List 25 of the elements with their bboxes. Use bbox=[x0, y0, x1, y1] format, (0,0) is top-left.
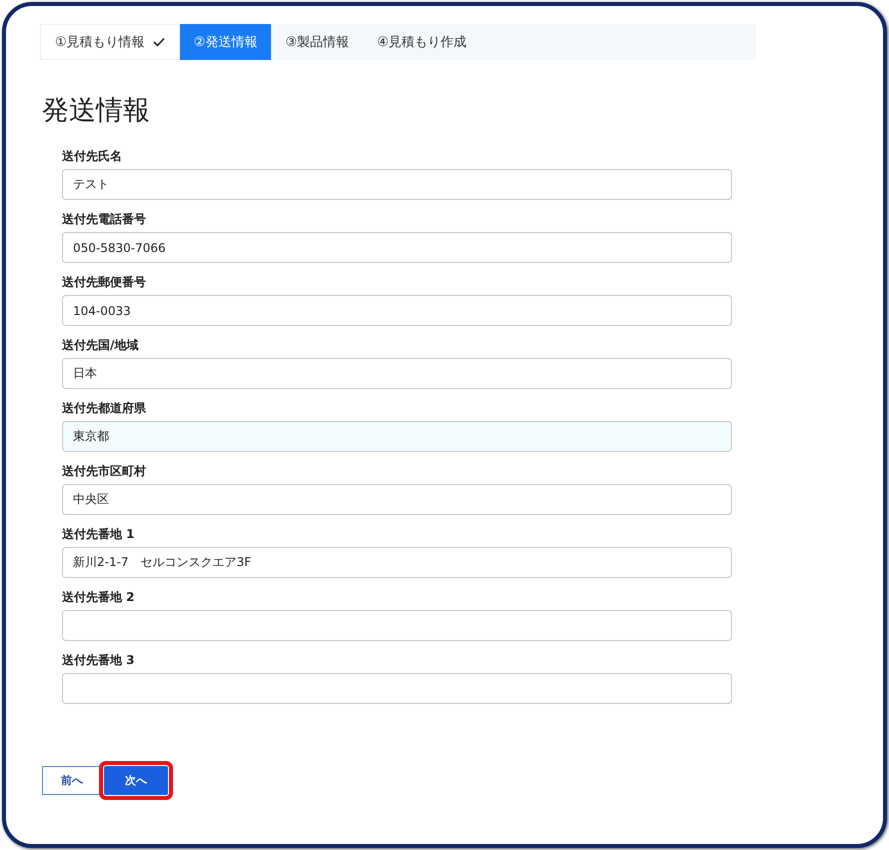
input-field[interactable]: 新川2-1-7 セルコンスクエア3F bbox=[62, 547, 732, 578]
field-label: 送付先番地 1 bbox=[62, 526, 136, 543]
back-button[interactable]: 前へ bbox=[42, 766, 102, 795]
step-tab[interactable]: ①見積もり情報 bbox=[40, 24, 180, 60]
field-label: 送付先都道府県 bbox=[62, 400, 147, 417]
input-field[interactable]: 東京都 bbox=[62, 421, 732, 452]
field-label: 送付先番地 3 bbox=[62, 652, 136, 669]
step-tab[interactable]: ④見積もり作成 bbox=[362, 24, 481, 60]
input-field[interactable]: 050-5830-7066 bbox=[62, 232, 732, 263]
input-field[interactable]: 中央区 bbox=[62, 484, 732, 515]
field-label: 送付先氏名 bbox=[62, 148, 123, 165]
input-field[interactable]: 日本 bbox=[62, 358, 732, 389]
check-icon bbox=[152, 37, 165, 47]
input-field[interactable]: 104-0033 bbox=[62, 295, 732, 326]
page-heading: 発送情報 bbox=[42, 94, 151, 128]
field-label: 送付先市区町村 bbox=[62, 463, 147, 480]
input-field[interactable] bbox=[62, 610, 732, 641]
field-label: 送付先番地 2 bbox=[62, 589, 136, 606]
step-tab[interactable]: ②発送情報 bbox=[180, 24, 272, 60]
step-tab[interactable]: ③製品情報 bbox=[271, 24, 363, 60]
field-label: 送付先国/地域 bbox=[62, 337, 140, 354]
field-label: 送付先郵便番号 bbox=[62, 274, 147, 291]
input-field[interactable]: テスト bbox=[62, 169, 732, 200]
input-field[interactable] bbox=[62, 673, 732, 704]
field-label: 送付先電話番号 bbox=[62, 211, 147, 228]
